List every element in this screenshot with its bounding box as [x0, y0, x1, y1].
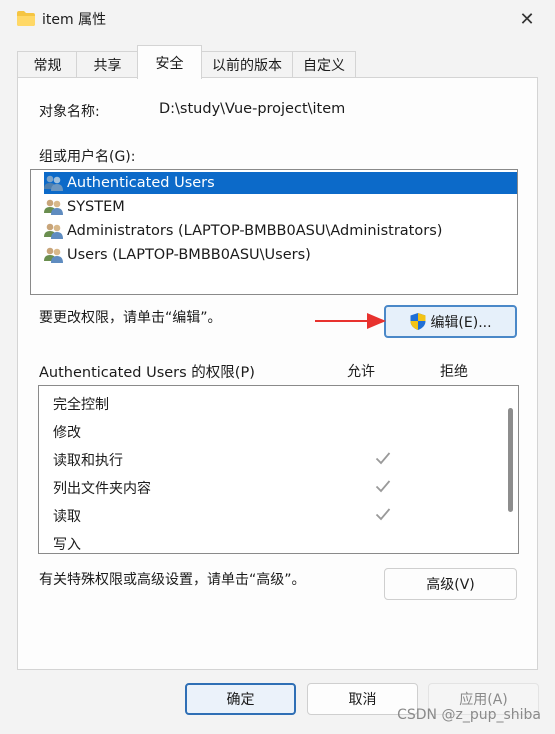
groups-label: 组或用户名(G):	[39, 149, 136, 165]
scrollbar[interactable]	[508, 408, 513, 512]
folder-icon	[17, 11, 35, 26]
users-icon	[44, 175, 63, 191]
permission-name: 完全控制	[53, 397, 109, 413]
list-item-label: Users (LAPTOP-BMBB0ASU\Users)	[67, 247, 311, 263]
advanced-button[interactable]: 高级(V)	[384, 568, 517, 600]
tab-previous-versions[interactable]: 以前的版本	[200, 51, 294, 78]
table-row: 完全控制	[53, 390, 503, 418]
permissions-list[interactable]: 完全控制 修改 读取和执行 列出文件夹内容 读取 写入	[38, 385, 519, 554]
list-item-label: Authenticated Users	[67, 175, 215, 191]
list-item[interactable]: SYSTEM	[44, 196, 517, 218]
tab-sharing[interactable]: 共享	[76, 51, 139, 78]
checkmark-icon	[375, 480, 391, 493]
cancel-button-label: 取消	[348, 692, 377, 708]
list-item[interactable]: Authenticated Users	[44, 172, 517, 194]
window-title: item 属性	[42, 12, 107, 28]
tab-label: 自定义	[303, 58, 345, 74]
users-icon	[44, 247, 63, 263]
object-name-label: 对象名称:	[39, 104, 100, 120]
table-row: 列出文件夹内容	[53, 474, 503, 502]
ok-button-label: 确定	[226, 692, 255, 708]
shield-icon	[410, 313, 426, 330]
table-row: 修改	[53, 418, 503, 446]
security-panel: 对象名称: D:\study\Vue-project\item 组或用户名(G)…	[17, 77, 538, 670]
close-button[interactable]: ✕	[513, 6, 541, 32]
change-hint: 要更改权限，请单击“编辑”。	[39, 310, 222, 326]
table-row: 读取和执行	[53, 446, 503, 474]
permission-name: 列出文件夹内容	[53, 481, 151, 497]
allow-header: 允许	[347, 364, 375, 380]
close-icon: ✕	[519, 8, 535, 30]
permission-name: 写入	[53, 537, 81, 553]
title-bar: item 属性 ✕	[0, 0, 555, 38]
tab-label: 常规	[33, 58, 62, 74]
list-item-label: SYSTEM	[67, 199, 125, 215]
permission-name: 读取	[53, 509, 81, 525]
deny-header: 拒绝	[440, 364, 468, 380]
list-item[interactable]: Users (LAPTOP-BMBB0ASU\Users)	[44, 244, 517, 266]
permission-name: 修改	[53, 425, 81, 441]
red-arrow-annotation	[315, 313, 386, 329]
users-icon	[44, 199, 63, 215]
edit-button-label: 编辑(E)...	[430, 314, 492, 331]
object-name-value: D:\study\Vue-project\item	[159, 101, 346, 117]
tab-general[interactable]: 常规	[17, 51, 78, 78]
advanced-button-label: 高级(V)	[426, 577, 475, 593]
tab-customize[interactable]: 自定义	[292, 51, 356, 78]
apply-button-label: 应用(A)	[459, 692, 508, 708]
edit-button[interactable]: 编辑(E)...	[384, 305, 517, 338]
tab-security[interactable]: 安全	[137, 45, 202, 79]
list-item-label: Administrators (LAPTOP-BMBB0ASU\Administ…	[67, 223, 443, 239]
checkmark-icon	[375, 508, 391, 521]
ok-button[interactable]: 确定	[185, 683, 296, 715]
watermark: CSDN @z_pup_shiba	[397, 707, 541, 723]
table-row: 写入	[53, 530, 503, 553]
tab-label: 共享	[93, 58, 122, 74]
groups-listbox[interactable]: Authenticated Users SYSTEM Administrator…	[30, 169, 518, 295]
advanced-hint: 有关特殊权限或高级设置，请单击“高级”。	[39, 572, 306, 588]
users-icon	[44, 223, 63, 239]
tab-label: 以前的版本	[212, 58, 282, 74]
table-row: 读取	[53, 502, 503, 530]
tab-label: 安全	[155, 55, 184, 72]
list-item[interactable]: Administrators (LAPTOP-BMBB0ASU\Administ…	[44, 220, 517, 242]
permission-name: 读取和执行	[53, 453, 123, 469]
permissions-title: Authenticated Users 的权限(P)	[39, 365, 255, 381]
checkmark-icon	[375, 452, 391, 465]
